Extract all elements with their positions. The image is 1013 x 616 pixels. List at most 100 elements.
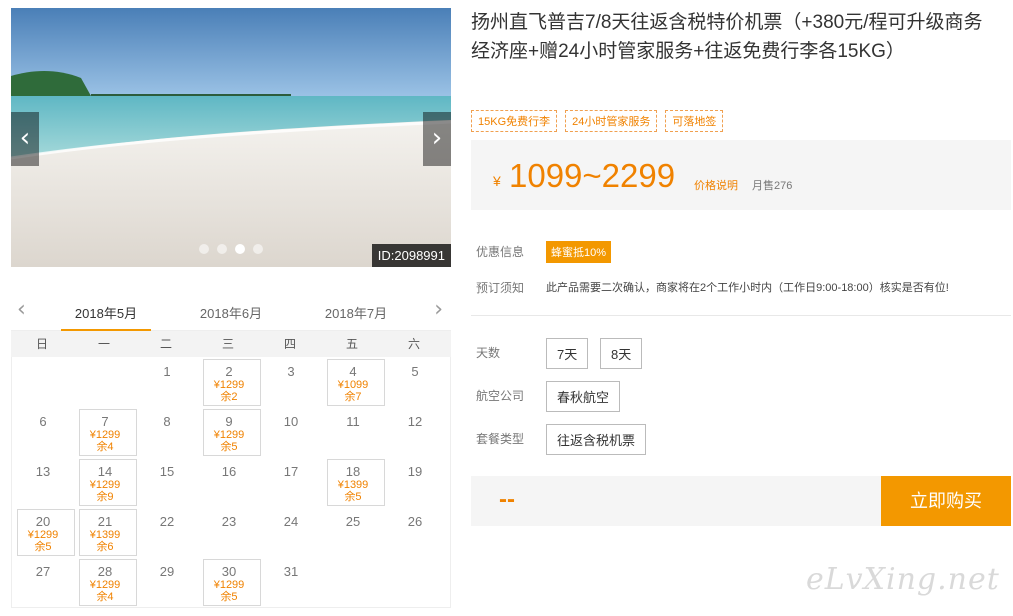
calendar-day: 16 (198, 457, 260, 507)
buy-now-button[interactable]: 立即购买 (881, 476, 1011, 526)
currency-symbol: ¥ (493, 173, 501, 189)
days-option-8[interactable]: 8天 (600, 338, 643, 369)
calendar-day: 10 (260, 407, 322, 457)
calendar-day-number: 7 (101, 414, 109, 429)
notice-label: 预订须知 (476, 281, 525, 295)
calendar-day: 23 (198, 507, 260, 557)
calendar-day-number: 23 (221, 514, 237, 529)
month-tab-may[interactable]: 2018年5月 (61, 303, 151, 331)
airline-option[interactable]: 春秋航空 (546, 381, 621, 412)
calendar-day-number: 15 (159, 464, 175, 479)
weekday-label: 日 (35, 337, 48, 351)
calendar-day-price: ¥1299 (213, 379, 245, 391)
calendar-day-stock: 余5 (220, 591, 238, 603)
calendar-day-number: 31 (283, 564, 299, 579)
calendar-day-number: 16 (221, 464, 237, 479)
calendar-day[interactable]: 4 ¥1099 余7 (322, 357, 385, 407)
notice-text: 此产品需要二次确认，商家将在2个工作小时内（工作日9:00-18:00）核实是否… (546, 282, 949, 294)
calendar-day[interactable]: 28 ¥1299 余4 (74, 557, 137, 607)
calendar-day: 29 (136, 557, 198, 607)
calendar-day: 17 (260, 457, 322, 507)
gallery-next-button[interactable]: › (423, 112, 451, 166)
calendar-day-price: ¥1299 (89, 429, 121, 441)
calendar-day[interactable]: 18 ¥1399 余5 (322, 457, 385, 507)
calendar-day: 3 (260, 357, 322, 407)
calendar-day-number: 26 (407, 514, 423, 529)
calendar-day-number: 11 (346, 414, 360, 429)
weekday-label: 一 (97, 337, 110, 351)
calendar-day-number: 9 (225, 414, 233, 429)
calendar-day-price: ¥1099 (337, 379, 369, 391)
calendar-day: 1 (136, 357, 198, 407)
calendar-day-number: 4 (349, 364, 357, 379)
site-watermark: eLvXing.net (806, 562, 1000, 597)
package-option[interactable]: 往返含税机票 (546, 424, 647, 455)
calendar-day[interactable]: 14 ¥1299 余9 (74, 457, 137, 507)
calendar-day-number: 8 (163, 414, 171, 429)
calendar-day-stock: 余7 (344, 391, 362, 403)
calendar-day[interactable]: 7 ¥1299 余4 (74, 407, 137, 457)
weekday-label: 六 (407, 337, 420, 351)
prev-month-icon[interactable]: ‹ (17, 297, 26, 322)
calendar-day: 25 (322, 507, 384, 557)
calendar-day-number: 20 (35, 514, 51, 529)
beach-photo (11, 8, 451, 267)
total-price-value: -- (499, 486, 515, 513)
calendar-day-number: 5 (411, 364, 419, 379)
calendar-empty-cell (74, 357, 136, 407)
gallery-prev-button[interactable]: ‹ (11, 112, 39, 166)
calendar-day-number: 22 (159, 514, 175, 529)
days-label: 天数 (476, 346, 501, 360)
divider (471, 315, 1011, 316)
weekday-label: 二 (159, 337, 172, 351)
calendar-day-number: 17 (283, 464, 299, 479)
calendar-day-stock: 余4 (96, 591, 114, 603)
calendar-day-price: ¥1299 (213, 429, 245, 441)
product-title: 扬州直飞普吉7/8天往返含税特价机票（+380元/程可升级商务经济座+赠24小时… (471, 12, 983, 62)
calendar-day-number: 18 (345, 464, 361, 479)
month-tab-july[interactable]: 2018年7月 (311, 303, 401, 331)
gallery-dot[interactable] (253, 244, 263, 254)
calendar-grid: 1 2 ¥1299 余2 3 4 ¥1099 余7 5 6 7 ¥1299 余4 8 9 ¥1299 余5 10 1… (11, 357, 451, 608)
calendar-day-number: 28 (97, 564, 113, 579)
weekday-header: 日一二三四五六 (11, 331, 451, 357)
calendar-day[interactable]: 2 ¥1299 余2 (198, 357, 261, 407)
calendar-day: 12 (384, 407, 446, 457)
next-month-icon[interactable]: › (434, 297, 443, 322)
calendar-day-number: 1 (163, 364, 171, 379)
month-tab-june[interactable]: 2018年6月 (186, 303, 276, 331)
calendar-day-stock: 余4 (96, 441, 114, 453)
product-id-badge: ID:2098991 (371, 244, 451, 267)
days-option-7[interactable]: 7天 (546, 338, 589, 369)
calendar-day: 13 (12, 457, 74, 507)
price-range: 1099~2299 (509, 157, 676, 194)
price-calendar: ‹ 2018年5月 2018年6月 2018年7月 › 日一二三四五六 1 2 ¥1… (11, 295, 451, 608)
gallery-dot[interactable] (217, 244, 227, 254)
calendar-day[interactable]: 21 ¥1399 余6 (74, 507, 137, 557)
calendar-day: 22 (136, 507, 198, 557)
calendar-day-stock: 余6 (96, 541, 114, 553)
calendar-day: 5 (384, 357, 446, 407)
calendar-day-price: ¥1299 (27, 529, 59, 541)
gallery-dot[interactable] (235, 244, 245, 254)
calendar-day-number: 6 (39, 414, 47, 429)
calendar-day-stock: 余9 (96, 491, 114, 503)
calendar-day[interactable]: 20 ¥1299 余5 (12, 507, 75, 557)
calendar-day-stock: 余2 (220, 391, 238, 403)
feature-tags: 15KG免费行李 24小时管家服务 可落地签 (471, 110, 724, 132)
calendar-day-number: 25 (345, 514, 361, 529)
airline-label: 航空公司 (476, 389, 525, 403)
price-box: ¥ 1099~2299 价格说明 月售276 (471, 140, 1011, 210)
calendar-day: 11 (322, 407, 384, 457)
price-explain-link[interactable]: 价格说明 (694, 177, 738, 193)
calendar-day-number: 21 (97, 514, 113, 529)
calendar-day[interactable]: 9 ¥1299 余5 (198, 407, 261, 457)
gallery-dot[interactable] (199, 244, 209, 254)
calendar-day-number: 12 (407, 414, 423, 429)
calendar-day[interactable]: 30 ¥1299 余5 (198, 557, 261, 607)
calendar-day: 31 (260, 557, 322, 607)
calendar-day-price: ¥1399 (89, 529, 121, 541)
calendar-day-stock: 余5 (34, 541, 52, 553)
calendar-day-number: 29 (159, 564, 175, 579)
monthly-sales: 月售276 (752, 180, 793, 192)
